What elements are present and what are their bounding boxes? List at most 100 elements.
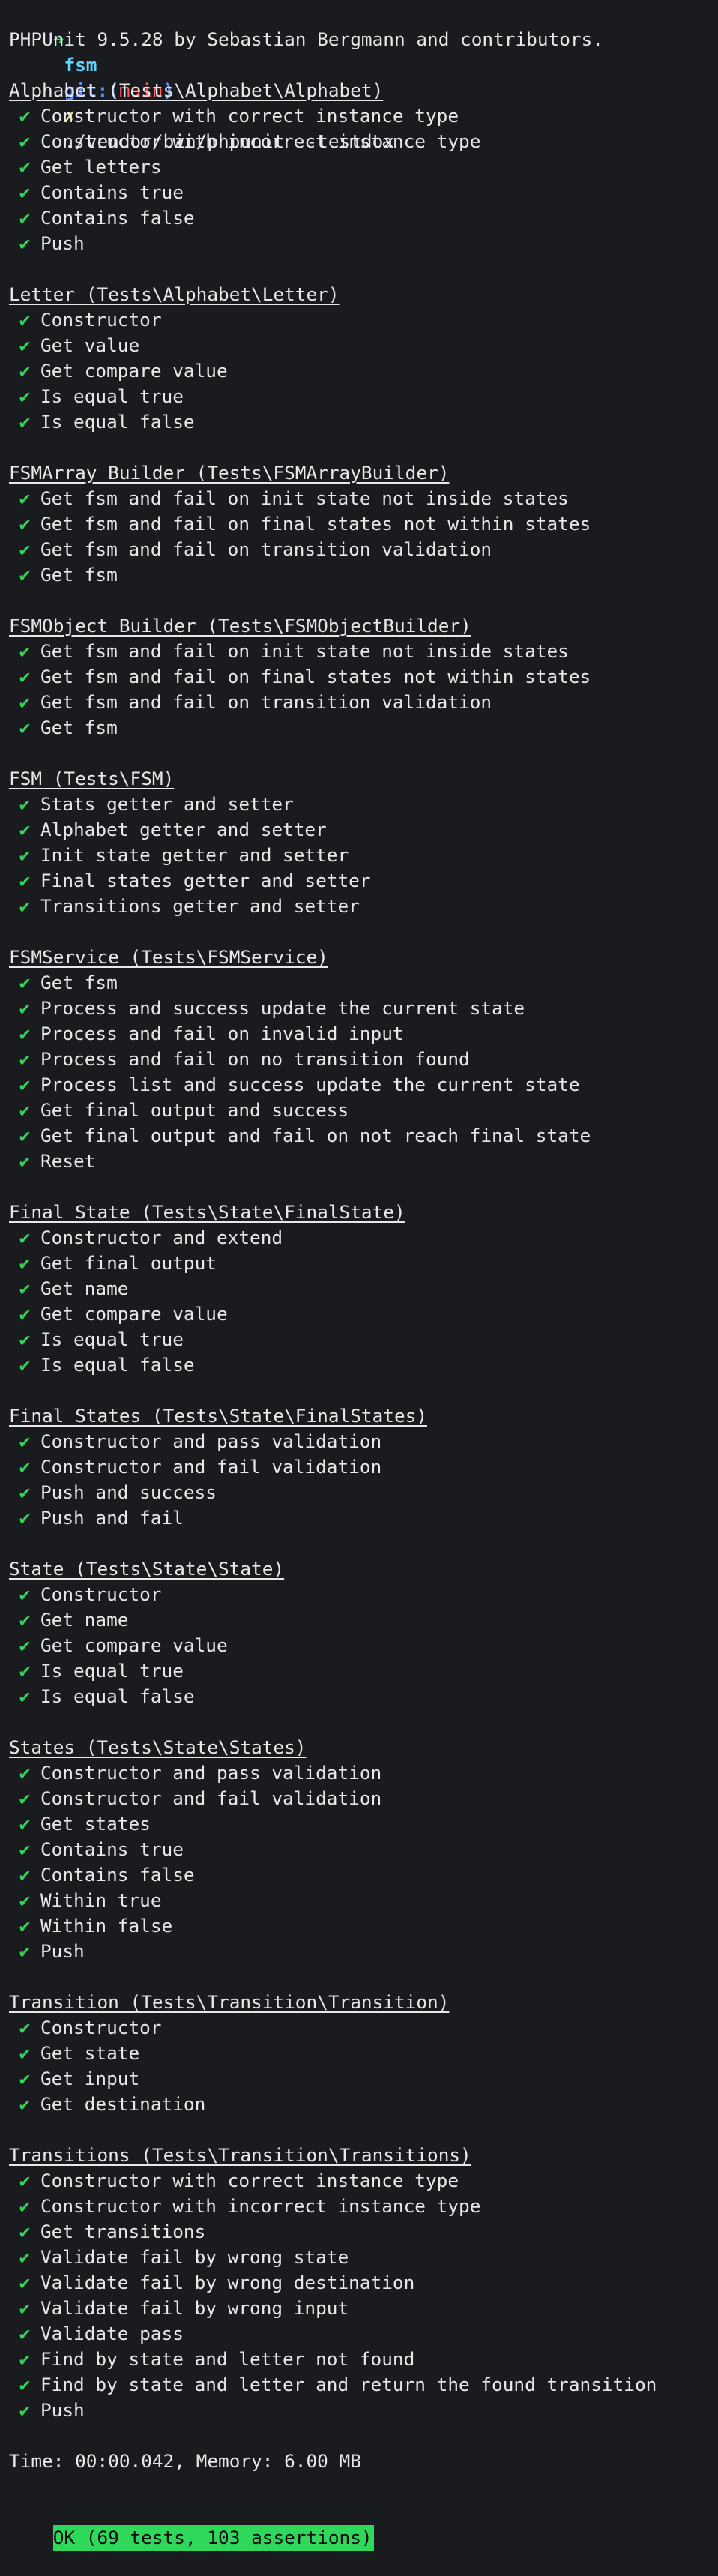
- test-result-row: ✔ Push: [9, 231, 718, 256]
- test-name: Validate pass: [40, 2323, 184, 2344]
- check-mark-icon: ✔: [19, 2170, 31, 2191]
- test-result-row: ✔ Is equal true: [9, 384, 718, 409]
- check-mark-icon: ✔: [19, 1507, 31, 1529]
- test-result-row: ✔ Get fsm: [9, 715, 718, 741]
- check-mark-icon: ✔: [19, 232, 31, 254]
- test-result-row: ✔ Contains false: [9, 205, 718, 231]
- check-mark-icon: ✔: [19, 1354, 31, 1376]
- test-result-row: ✔ Is equal true: [9, 1327, 718, 1352]
- check-mark-icon: ✔: [19, 2272, 31, 2293]
- test-result-row: ✔ Get letters: [9, 154, 718, 180]
- check-mark-icon: ✔: [19, 2246, 31, 2268]
- test-result-row: ✔ Get states: [9, 1811, 718, 1837]
- test-result-row: ✔ Stats getter and setter: [9, 792, 718, 817]
- test-result-row: ✔ Get final output: [9, 1251, 718, 1276]
- suite-title: Letter (Tests\Alphabet\Letter): [9, 282, 718, 307]
- check-mark-icon: ✔: [19, 997, 31, 1019]
- check-mark-icon: ✔: [19, 1099, 31, 1121]
- test-result-row: ✔ Contains true: [9, 180, 718, 205]
- test-result-row: ✔ Constructor with incorrect instance typ…: [9, 2194, 718, 2219]
- suite-title-text: Final State (Tests\State\FinalState): [9, 1201, 405, 1223]
- test-name: Is equal true: [40, 1660, 184, 1682]
- check-mark-icon: ✔: [19, 1278, 31, 1299]
- test-name: Get transitions: [40, 2221, 206, 2242]
- test-name: Get fsm and fail on transition validatio…: [40, 538, 492, 560]
- test-result-row: ✔ Is equal false: [9, 1352, 718, 1378]
- test-result-row: ✔ Get compare value: [9, 358, 718, 384]
- test-result-row: ✔ Constructor with incorrect instance typ…: [9, 129, 718, 154]
- test-result-row: ✔ Constructor: [9, 2015, 718, 2041]
- test-name: Validate fail by wrong destination: [40, 2272, 415, 2293]
- test-suites: Alphabet (Tests\Alphabet\Alphabet) ✔ Const…: [9, 78, 718, 2449]
- check-mark-icon: ✔: [19, 1430, 31, 1452]
- test-name: Find by state and letter not found: [40, 2348, 415, 2370]
- check-mark-icon: ✔: [19, 793, 31, 815]
- test-result-row: ✔ Get destination: [9, 2092, 718, 2117]
- test-name: Is equal true: [40, 1328, 184, 1350]
- test-result-row: ✔ Process and fail on invalid input: [9, 1021, 718, 1047]
- check-mark-icon: ✔: [19, 1940, 31, 1962]
- test-result-row: ✔ Within true: [9, 1888, 718, 1913]
- check-mark-icon: ✔: [19, 360, 31, 382]
- test-name: Get destination: [40, 2093, 206, 2115]
- check-mark-icon: ✔: [19, 411, 31, 433]
- test-name: Process and fail on no transition found: [40, 1048, 470, 1070]
- test-name: Get final output: [40, 1252, 217, 1274]
- test-result-row: ✔ Get final output and fail on not reach …: [9, 1123, 718, 1149]
- suite-title: Final State (Tests\State\FinalState): [9, 1200, 718, 1225]
- test-result-row: ✔ Get name: [9, 1276, 718, 1301]
- test-result-row: ✔ Constructor and fail validation: [9, 1454, 718, 1480]
- test-name: Get fsm and fail on init state not insid…: [40, 640, 569, 662]
- test-result-row: ✔ Get fsm and fail on transition validati…: [9, 690, 718, 715]
- test-name: Get states: [40, 1813, 151, 1835]
- test-result-row: ✔ Push: [9, 2398, 718, 2423]
- check-mark-icon: ✔: [19, 1660, 31, 1682]
- test-result-row: ✔ Find by state and letter and return the…: [9, 2372, 718, 2398]
- test-name: Within false: [40, 1915, 173, 1936]
- test-name: Contains true: [40, 181, 184, 203]
- test-name: Within true: [40, 1889, 162, 1911]
- test-result-row: ✔ Contains true: [9, 1837, 718, 1862]
- check-mark-icon: ✔: [19, 513, 31, 535]
- test-name: Get final output and success: [40, 1099, 349, 1121]
- test-name: Contains true: [40, 1838, 184, 1860]
- suite-title: FSM (Tests\FSM): [9, 766, 718, 792]
- test-result-row: ✔ Find by state and letter not found: [9, 2347, 718, 2372]
- check-mark-icon: ✔: [19, 1787, 31, 1809]
- test-result-row: ✔ Alphabet getter and setter: [9, 817, 718, 843]
- check-mark-icon: ✔: [19, 207, 31, 229]
- terminal-window[interactable]: ➜ fsm git:(main) ✗ ./vendor/bin/phpunit …: [0, 0, 718, 2551]
- check-mark-icon: ✔: [19, 640, 31, 662]
- check-mark-icon: ✔: [19, 1889, 31, 1911]
- check-mark-icon: ✔: [19, 1227, 31, 1248]
- test-result-row: ✔ Get compare value: [9, 1301, 718, 1327]
- test-name: Push: [40, 232, 85, 254]
- test-name: Get fsm: [40, 717, 118, 738]
- test-result-row: ✔ Get fsm and fail on final states not wi…: [9, 511, 718, 537]
- check-mark-icon: ✔: [19, 1456, 31, 1478]
- test-result-row: ✔ Validate fail by wrong destination: [9, 2270, 718, 2296]
- check-mark-icon: ✔: [19, 2195, 31, 2217]
- check-mark-icon: ✔: [19, 1303, 31, 1325]
- test-result-row: ✔ Constructor with correct instance type: [9, 103, 718, 129]
- test-name: Get fsm and fail on final states not wit…: [40, 666, 591, 687]
- suite-title-text: States (Tests\State\States): [9, 1736, 307, 1758]
- check-mark-icon: ✔: [19, 1634, 31, 1656]
- check-mark-icon: ✔: [19, 2093, 31, 2115]
- test-name: Process list and success update the curr…: [40, 1074, 580, 1095]
- test-name: Validate fail by wrong input: [40, 2297, 349, 2319]
- check-mark-icon: ✔: [19, 1023, 31, 1044]
- test-result-row: ✔ Get fsm and fail on final states not wi…: [9, 664, 718, 690]
- check-mark-icon: ✔: [19, 156, 31, 178]
- test-name: Push: [40, 1940, 85, 1962]
- check-mark-icon: ✔: [19, 1481, 31, 1503]
- test-name: Get fsm and fail on transition validatio…: [40, 691, 492, 713]
- test-name: Constructor and extend: [40, 1227, 283, 1248]
